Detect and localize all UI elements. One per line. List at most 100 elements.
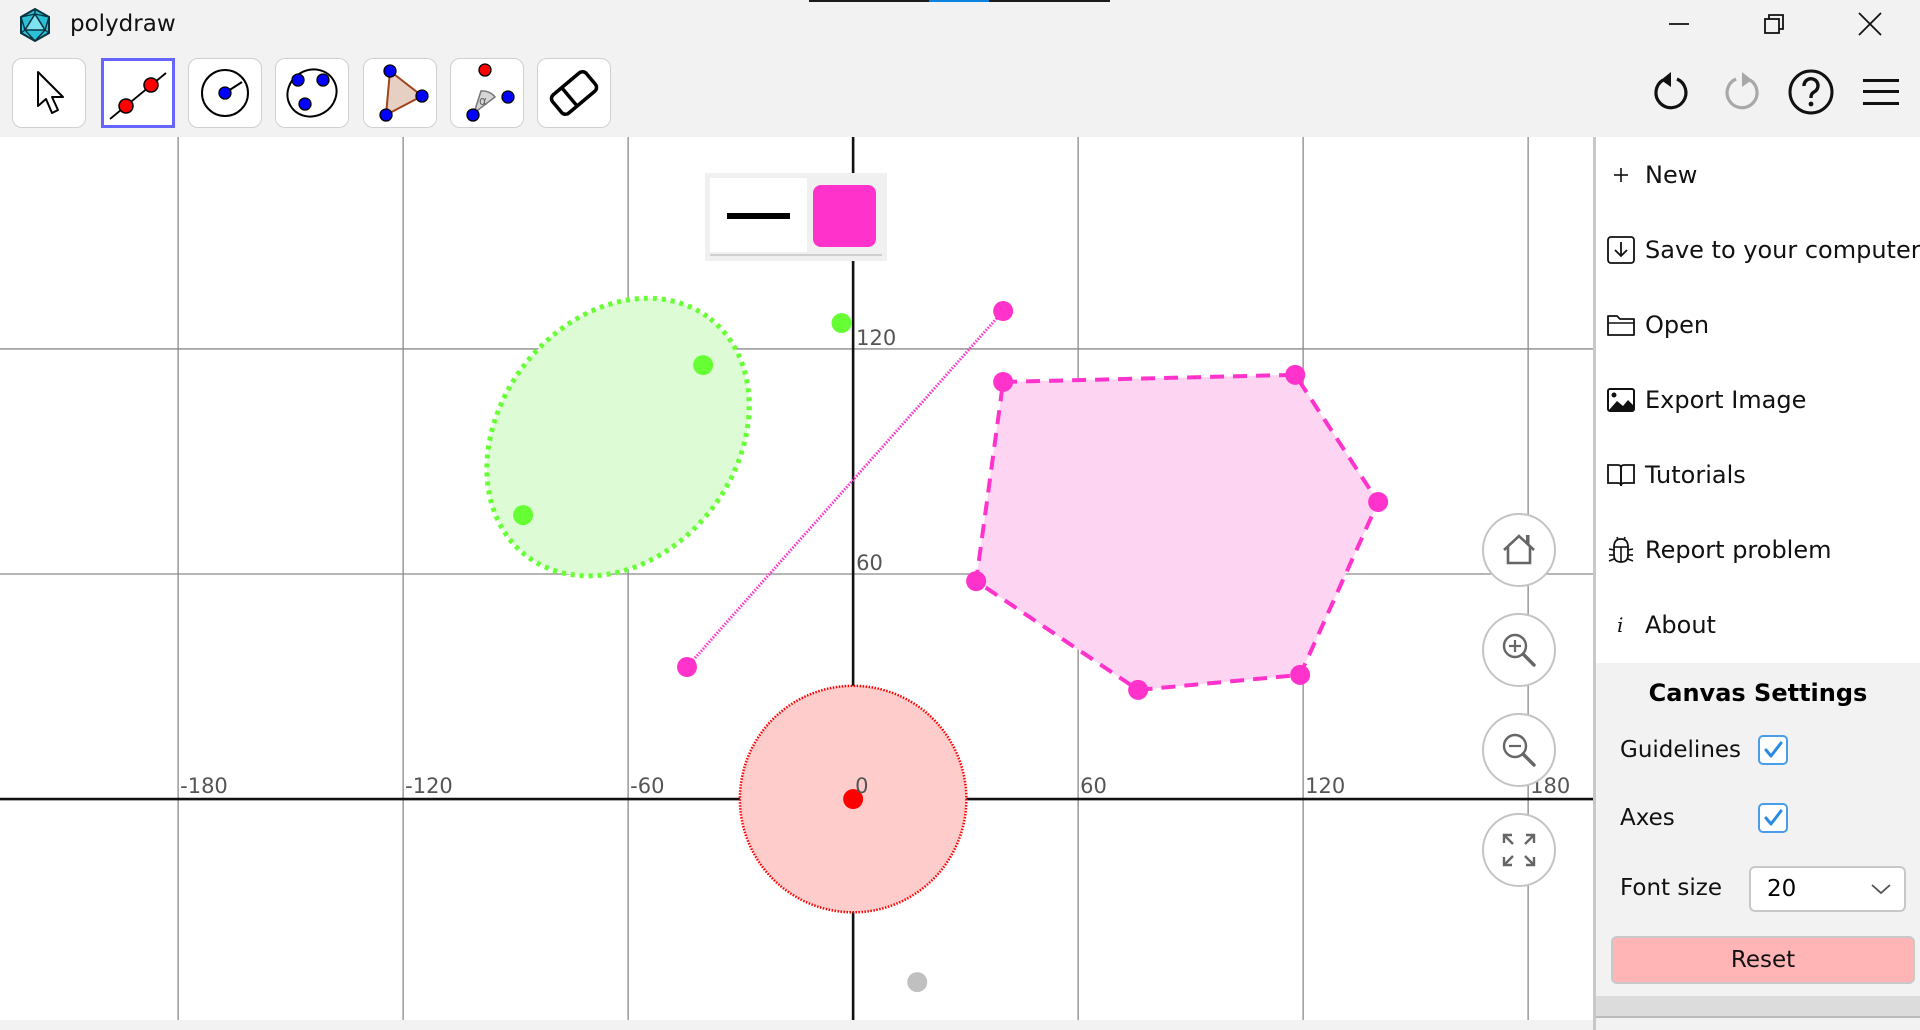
x-tick-label: -60: [630, 774, 664, 798]
menu-item-label: About: [1645, 610, 1716, 639]
plus-icon: [1606, 160, 1636, 190]
title-bar: polydraw: [0, 0, 1920, 52]
panel-footer: [1596, 996, 1920, 1018]
info-icon: i: [1606, 610, 1636, 640]
line-through-two-points-icon: [109, 72, 167, 120]
menu-item-open[interactable]: Open: [1596, 287, 1920, 362]
drawing-canvas[interactable]: -180 -120 -60 0 60 120 180 60 120: [0, 137, 1593, 1020]
zoom-out-button[interactable]: [1482, 713, 1556, 787]
checkmark-icon: [1764, 741, 1783, 758]
zoom-in-button[interactable]: [1482, 613, 1556, 687]
tool-move[interactable]: [12, 58, 86, 128]
menu-item-about[interactable]: i About: [1596, 587, 1920, 662]
polygon-vertex: [966, 571, 987, 592]
ellipse-point: [831, 313, 852, 334]
minimize-icon: [1669, 23, 1689, 25]
tool-line[interactable]: [101, 58, 175, 128]
pointer-arrow-icon: [37, 71, 64, 114]
menu-item-label: New: [1645, 160, 1698, 189]
eraser-icon: [549, 69, 599, 117]
save-download-icon: [1606, 235, 1636, 265]
y-tick-label: 60: [856, 551, 883, 575]
fullscreen-button[interactable]: [1482, 813, 1556, 887]
geometry-objects: [484, 295, 1389, 993]
reset-button[interactable]: Reset: [1611, 936, 1915, 984]
polygon-shape: [973, 372, 1381, 692]
circle-three-points-icon: [286, 68, 338, 118]
menu-item-label: Export Image: [1645, 385, 1807, 414]
menu-item-label: Open: [1645, 310, 1710, 339]
style-bar-divider: [710, 254, 882, 256]
axes-label: Axes: [1620, 805, 1675, 831]
tool-eraser[interactable]: [537, 58, 611, 128]
redo-icon: [1725, 72, 1759, 110]
checkmark-icon: [1764, 809, 1783, 826]
color-swatch-button[interactable]: [813, 185, 876, 247]
circle-center-point-icon: [201, 69, 249, 117]
menu-button[interactable]: [1853, 64, 1909, 120]
font-size-select[interactable]: 20: [1749, 866, 1906, 912]
polygon-vertex: [993, 371, 1014, 392]
polygon-icon: [379, 64, 429, 122]
menu-item-new[interactable]: New: [1596, 137, 1920, 212]
menu-item-report[interactable]: Report problem: [1596, 512, 1920, 587]
ellipse-point: [513, 505, 534, 526]
main-menu-panel: New Save to your computer Open Export Im…: [1593, 137, 1920, 1030]
home-view-button[interactable]: [1482, 513, 1556, 587]
x-tick-label: 60: [1080, 774, 1107, 798]
ellipse-shape: [484, 295, 752, 579]
tool-circle-three-points[interactable]: [275, 58, 349, 128]
ellipse-point: [693, 355, 714, 376]
help-icon: [1788, 69, 1834, 115]
polygon-vertex: [1128, 679, 1149, 700]
tool-polygon[interactable]: [363, 58, 437, 128]
menu-item-tutorials[interactable]: Tutorials: [1596, 437, 1920, 512]
x-tick-label: -120: [405, 774, 453, 798]
chevron-down-icon: [1871, 884, 1891, 895]
style-bar: [705, 173, 887, 261]
polygon-vertex: [1285, 364, 1306, 385]
zoom-in-icon: [1502, 633, 1536, 667]
help-button[interactable]: [1783, 64, 1839, 120]
free-point: [907, 972, 928, 993]
angle-symbol: α: [479, 94, 487, 108]
tool-circle-center-point[interactable]: [188, 58, 262, 128]
top-tab-strip: [809, 0, 1110, 2]
bug-icon: [1606, 535, 1636, 565]
redo-button[interactable]: [1714, 64, 1770, 120]
icosahedron-icon: [20, 8, 50, 42]
y-tick-label: 120: [856, 326, 896, 350]
x-tick-label: 120: [1305, 774, 1345, 798]
graphics-board[interactable]: -180 -120 -60 0 60 120 18060120: [0, 137, 1593, 1020]
menu-item-save[interactable]: Save to your computer: [1596, 212, 1920, 287]
svg-text:i: i: [1617, 613, 1623, 637]
menu-item-label: Report problem: [1645, 535, 1832, 564]
home-icon: [1503, 534, 1535, 565]
restore-icon: [1764, 14, 1784, 34]
segment-endpoint: [677, 657, 697, 678]
toolbar: α: [0, 52, 1920, 137]
x-tick-label: 0: [855, 774, 868, 798]
book-icon: [1606, 460, 1636, 490]
menu-item-label: Save to your computer: [1645, 235, 1920, 264]
undo-button[interactable]: [1643, 64, 1699, 120]
restore-button[interactable]: [1740, 0, 1808, 48]
guidelines-checkbox[interactable]: [1758, 735, 1788, 765]
fullscreen-icon: [1502, 833, 1536, 867]
tool-angle[interactable]: α: [450, 58, 524, 128]
minimize-button[interactable]: [1645, 0, 1713, 48]
menu-item-export[interactable]: Export Image: [1596, 362, 1920, 437]
status-strip: [0, 1020, 1593, 1030]
guidelines-label: Guidelines: [1620, 737, 1742, 763]
x-tick-label: -180: [180, 774, 228, 798]
hamburger-menu-icon: [1863, 79, 1899, 105]
segment-endpoint: [993, 301, 1014, 322]
menu-item-label: Tutorials: [1645, 460, 1746, 489]
line-style-button[interactable]: [710, 178, 807, 252]
font-size-label: Font size: [1620, 875, 1722, 901]
image-icon: [1606, 385, 1636, 415]
close-button[interactable]: [1836, 0, 1904, 48]
axes-checkbox[interactable]: [1758, 803, 1788, 833]
polygon-vertex: [1368, 491, 1389, 512]
app-title: polydraw: [70, 11, 176, 37]
